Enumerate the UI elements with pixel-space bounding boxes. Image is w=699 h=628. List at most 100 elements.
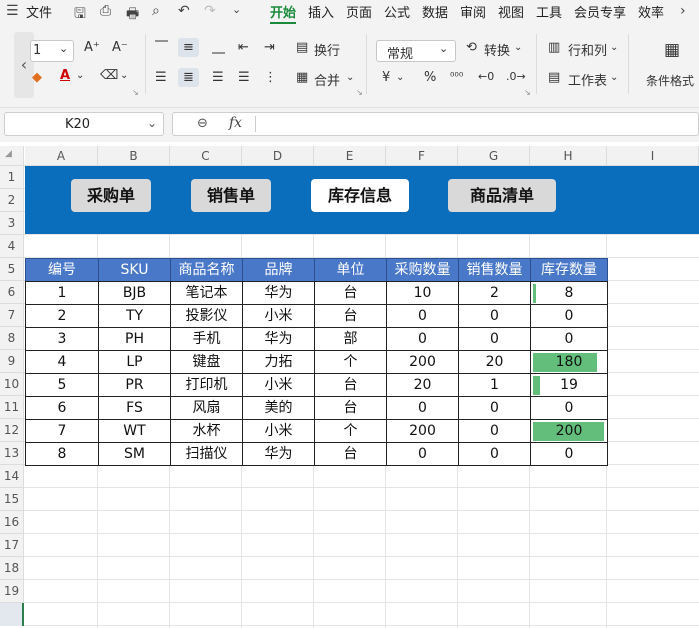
table-header-cell[interactable]: SKU	[98, 258, 171, 282]
table-cell[interactable]: 0	[458, 396, 531, 420]
chevron-down-icon[interactable]: ⌄	[610, 42, 618, 53]
table-cell[interactable]: FS	[98, 396, 171, 420]
table-cell[interactable]: 台	[314, 396, 387, 420]
sales-order-button[interactable]: 销售单	[191, 179, 271, 212]
table-cell[interactable]: TY	[98, 304, 171, 328]
distribute-icon[interactable]: ⋮	[264, 70, 277, 85]
table-header-cell[interactable]: 库存数量	[530, 258, 608, 282]
table-header-cell[interactable]: 品牌	[242, 258, 315, 282]
table-cell[interactable]: 水杯	[170, 419, 243, 443]
tab-review[interactable]: 审阅	[460, 2, 486, 21]
chevron-down-icon[interactable]: ⌄	[76, 70, 84, 81]
increase-font-icon[interactable]: A⁺	[84, 40, 100, 55]
tab-formula[interactable]: 公式	[384, 2, 410, 21]
table-cell[interactable]: 美的	[242, 396, 315, 420]
row-header-14[interactable]: 14	[0, 465, 24, 488]
tab-tools[interactable]: 工具	[536, 2, 562, 21]
row-header-17[interactable]: 17	[0, 534, 24, 557]
table-cell[interactable]: 6	[25, 396, 99, 420]
row-header-16[interactable]: 16	[0, 511, 24, 534]
row-header-8[interactable]: 8	[0, 327, 24, 350]
table-cell[interactable]: 0	[386, 442, 459, 466]
menu-icon[interactable]: ☰	[6, 3, 19, 19]
increase-decimal-icon[interactable]: ←0	[478, 70, 494, 83]
print-icon[interactable]: 🖶	[126, 3, 139, 27]
table-cell[interactable]: 200	[386, 419, 459, 443]
convert-icon[interactable]: ⟲	[466, 40, 477, 55]
print-preview-icon[interactable]: ⌕	[152, 3, 160, 19]
tab-efficiency[interactable]: 效率	[638, 2, 664, 21]
conditional-format-icon[interactable]: ▦	[664, 40, 680, 60]
table-cell[interactable]: 个	[314, 350, 387, 374]
row-header-19[interactable]: 19	[0, 580, 24, 603]
align-right-icon[interactable]: ☰	[212, 70, 224, 85]
font-color-icon[interactable]: A	[60, 68, 70, 83]
currency-icon[interactable]: ¥	[382, 70, 390, 85]
clear-format-icon[interactable]: ⌫	[100, 68, 118, 83]
table-cell[interactable]: 200	[530, 419, 608, 443]
table-cell[interactable]: 台	[314, 373, 387, 397]
rows-cols-label[interactable]: 行和列	[568, 40, 607, 59]
table-header-cell[interactable]: 编号	[25, 258, 99, 282]
column-header-F[interactable]: F	[386, 146, 458, 166]
table-cell[interactable]: SM	[98, 442, 171, 466]
table-cell[interactable]: 0	[386, 327, 459, 351]
row-header-10[interactable]: 10	[0, 373, 24, 396]
decrease-decimal-icon[interactable]: .0→	[506, 70, 526, 83]
table-cell[interactable]: WT	[98, 419, 171, 443]
menu-file[interactable]: 文件	[26, 2, 52, 21]
table-header-cell[interactable]: 销售数量	[458, 258, 531, 282]
table-cell[interactable]: 打印机	[170, 373, 243, 397]
tab-view[interactable]: 视图	[498, 2, 524, 21]
table-cell[interactable]: PH	[98, 327, 171, 351]
table-cell[interactable]: 0	[386, 304, 459, 328]
row-header-3[interactable]: 3	[0, 212, 24, 235]
table-cell[interactable]: 台	[314, 281, 387, 305]
tab-home[interactable]: 开始	[270, 2, 297, 24]
thousands-icon[interactable]: ⁰⁰⁰	[450, 70, 463, 83]
table-cell[interactable]: 0	[386, 396, 459, 420]
table-cell[interactable]: 0	[530, 442, 608, 466]
table-cell[interactable]: 20	[386, 373, 459, 397]
table-cell[interactable]: 0	[530, 327, 608, 351]
column-header-G[interactable]: G	[458, 146, 530, 166]
table-cell[interactable]: 部	[314, 327, 387, 351]
column-header-E[interactable]: E	[314, 146, 386, 166]
column-header-C[interactable]: C	[170, 146, 242, 166]
chevron-down-icon[interactable]: ⌄	[514, 42, 522, 53]
chevron-down-icon[interactable]: ⌄	[610, 72, 618, 83]
indent-increase-icon[interactable]: ⇥	[264, 40, 275, 55]
row-header-7[interactable]: 7	[0, 304, 24, 327]
row-header-5[interactable]: 5	[0, 258, 24, 281]
table-cell[interactable]: PR	[98, 373, 171, 397]
row-header-12[interactable]: 12	[0, 419, 24, 442]
tab-data[interactable]: 数据	[422, 2, 448, 21]
column-header-I[interactable]: I	[607, 146, 699, 166]
chevron-down-icon[interactable]: ⌄	[396, 72, 404, 83]
table-cell[interactable]: 台	[314, 304, 387, 328]
select-all-corner[interactable]: ◢	[0, 146, 24, 166]
table-cell[interactable]: BJB	[98, 281, 171, 305]
more-icon[interactable]: ›	[680, 3, 686, 19]
table-cell[interactable]: 小米	[242, 419, 315, 443]
align-middle-icon[interactable]: ≡	[178, 38, 199, 57]
merge-icon[interactable]: ▦	[296, 70, 308, 85]
decrease-font-icon[interactable]: A⁻	[112, 40, 128, 55]
table-cell[interactable]: 0	[458, 442, 531, 466]
table-cell[interactable]: 力拓	[242, 350, 315, 374]
table-cell[interactable]: 2	[458, 281, 531, 305]
tab-insert[interactable]: 插入	[308, 2, 334, 21]
row-header-15[interactable]: 15	[0, 488, 24, 511]
row-header-1[interactable]: 1	[0, 166, 24, 189]
table-cell[interactable]: 20	[458, 350, 531, 374]
tab-member[interactable]: 会员专享	[574, 2, 626, 21]
align-center-icon[interactable]: ≣	[178, 68, 199, 87]
name-box[interactable]: K20 ⌄	[4, 112, 164, 136]
font-dialog-icon[interactable]: ↘	[132, 88, 139, 97]
chevron-down-icon[interactable]: ⌄	[120, 70, 128, 81]
table-cell[interactable]: 华为	[242, 442, 315, 466]
wrap-text-label[interactable]: 换行	[314, 40, 340, 59]
table-cell[interactable]: 8	[530, 281, 608, 305]
table-cell[interactable]: 0	[530, 304, 608, 328]
percent-icon[interactable]: %	[424, 70, 436, 85]
